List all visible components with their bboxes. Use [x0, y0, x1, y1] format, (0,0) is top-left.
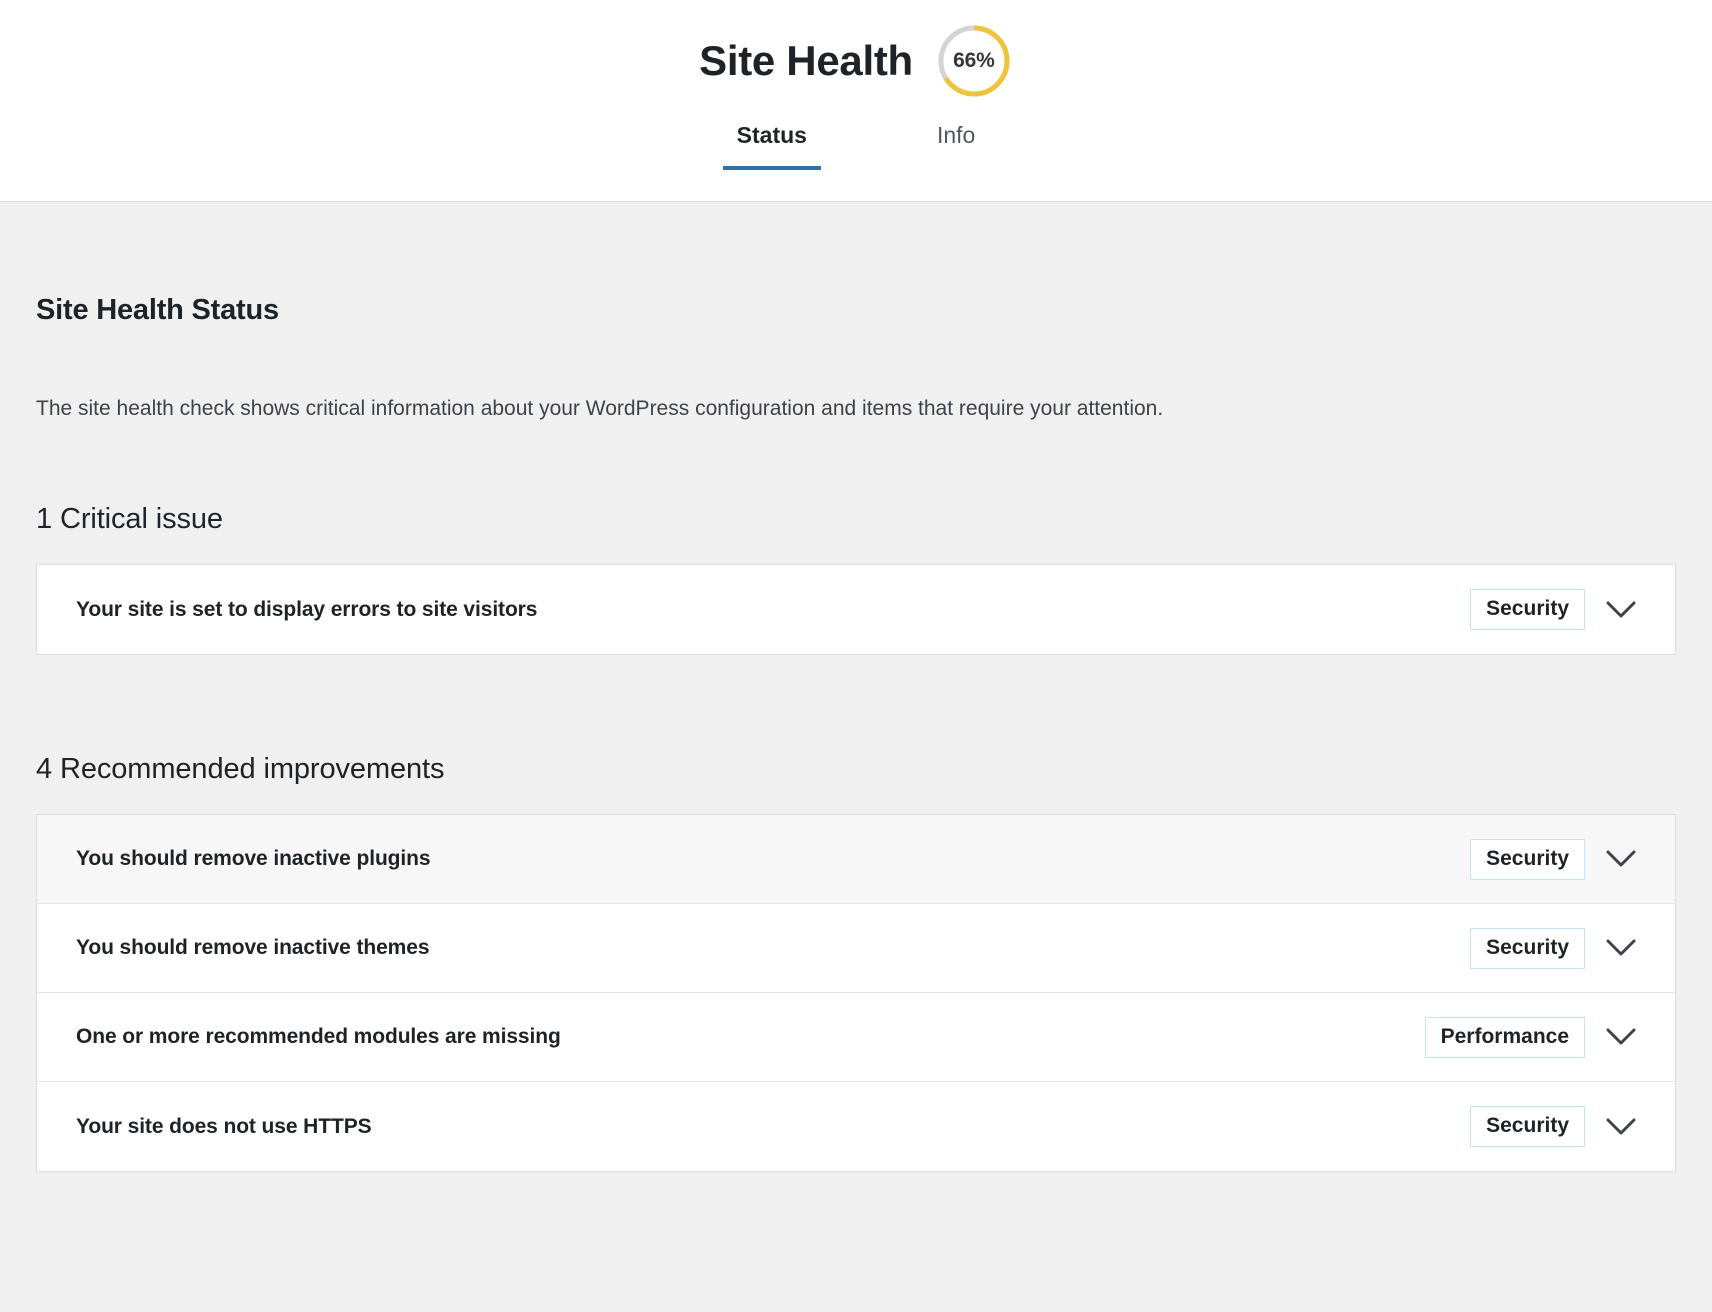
status-badge: Security	[1470, 1106, 1585, 1147]
tab-info[interactable]: Info	[919, 114, 993, 170]
table-row[interactable]: You should remove inactive pluginsSecuri…	[37, 815, 1675, 904]
table-row[interactable]: Your site does not use HTTPSSecurity	[37, 1082, 1675, 1171]
chevron-down-icon[interactable]	[1585, 1007, 1657, 1067]
table-row[interactable]: Your site is set to display errors to si…	[37, 565, 1675, 654]
table-row[interactable]: You should remove inactive themesSecurit…	[37, 904, 1675, 993]
site-health-score-ring: 66%	[935, 22, 1013, 100]
issue-title: One or more recommended modules are miss…	[76, 1025, 1425, 1049]
chevron-down-icon[interactable]	[1585, 580, 1657, 640]
page-title: Site Health	[699, 40, 913, 82]
status-badge: Performance	[1425, 1017, 1585, 1058]
page-header: Site Health 66% Status Info	[0, 0, 1712, 202]
issue-title: You should remove inactive plugins	[76, 847, 1470, 871]
health-score-label: 66%	[935, 22, 1013, 100]
status-badge: Security	[1470, 589, 1585, 630]
critical-issues-heading: 1 Critical issue	[36, 423, 1676, 536]
chevron-down-icon[interactable]	[1585, 1097, 1657, 1157]
site-health-tabs: Status Info	[0, 96, 1712, 176]
recommended-improvements-heading: 4 Recommended improvements	[36, 655, 1676, 786]
recommended-improvements-card: You should remove inactive pluginsSecuri…	[36, 814, 1676, 1172]
status-badge: Security	[1470, 839, 1585, 880]
issue-title: Your site is set to display errors to si…	[76, 598, 1470, 622]
chevron-down-icon[interactable]	[1585, 829, 1657, 889]
tab-status[interactable]: Status	[719, 114, 825, 170]
table-row[interactable]: One or more recommended modules are miss…	[37, 993, 1675, 1082]
section-description: The site health check shows critical inf…	[36, 327, 1676, 423]
section-title: Site Health Status	[36, 202, 1676, 327]
critical-issues-card: Your site is set to display errors to si…	[36, 564, 1676, 655]
status-badge: Security	[1470, 928, 1585, 969]
issue-title: You should remove inactive themes	[76, 936, 1470, 960]
chevron-down-icon[interactable]	[1585, 918, 1657, 978]
page-body: Site Health Status The site health check…	[0, 202, 1712, 1312]
issue-title: Your site does not use HTTPS	[76, 1115, 1470, 1139]
header-title-row: Site Health 66%	[0, 0, 1712, 96]
